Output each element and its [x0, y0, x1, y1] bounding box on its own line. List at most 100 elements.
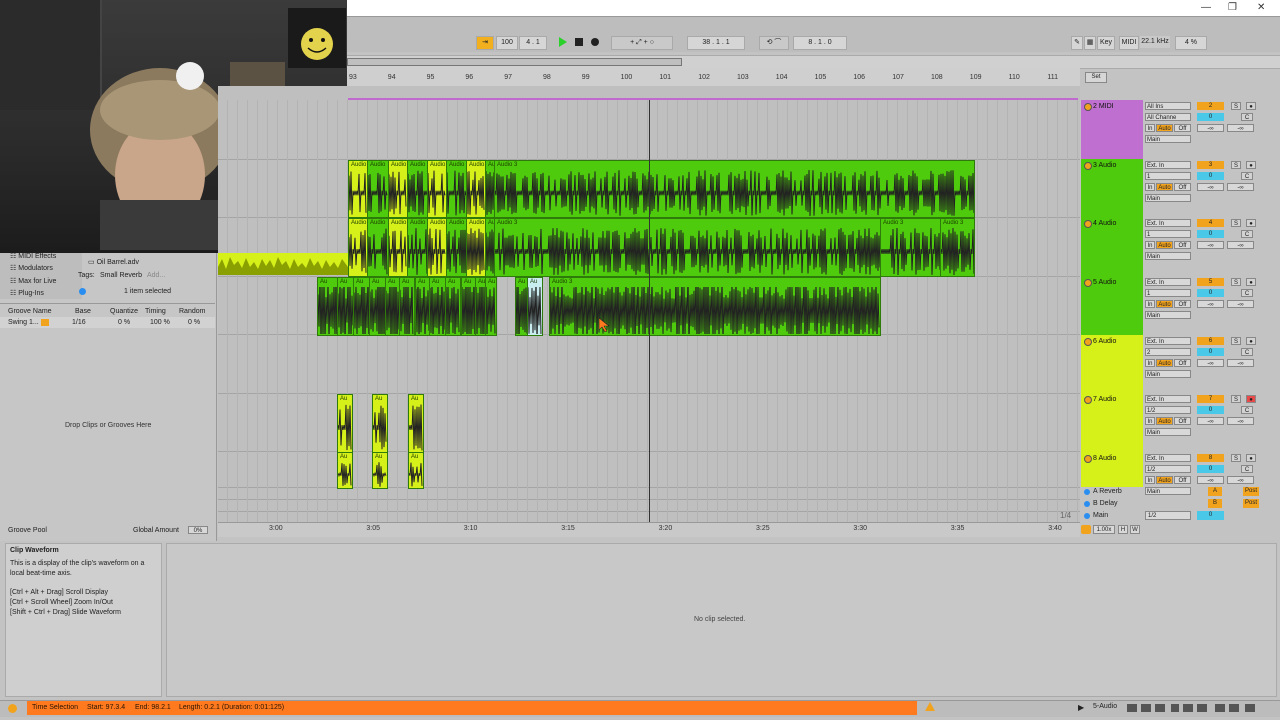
category-midi-effects[interactable]: ☷ MIDI Effects — [10, 252, 56, 260]
track-header-6-audio[interactable]: 6 Audio — [1081, 335, 1143, 393]
monitor-auto-button[interactable]: Auto — [1156, 476, 1173, 484]
solo-button[interactable]: S — [1231, 161, 1241, 169]
status-play-icon[interactable]: ▶ — [1078, 703, 1084, 712]
audio-clip[interactable]: Audio — [407, 218, 429, 277]
overdub-controls[interactable]: + ⤢ + ○ — [611, 36, 673, 50]
audio-clip[interactable]: Audio — [466, 218, 486, 277]
groove-base[interactable]: 1/16 — [72, 319, 86, 326]
track-activator-number[interactable]: 4 — [1197, 219, 1224, 227]
output-select[interactable]: Main — [1145, 487, 1191, 495]
play-button[interactable] — [559, 37, 567, 47]
monitor-auto-button[interactable]: Auto — [1156, 183, 1173, 191]
key-map-button[interactable]: Key — [1097, 36, 1115, 50]
track-activator-number[interactable]: 5 — [1197, 278, 1224, 286]
audio-clip[interactable]: Audio — [446, 218, 467, 277]
track-activator-number[interactable]: 6 — [1197, 337, 1224, 345]
arm-button[interactable]: ● — [1246, 161, 1256, 169]
overview-viewport[interactable] — [347, 58, 682, 66]
audio-3-clip[interactable]: Audio 3 — [880, 218, 942, 277]
monitor-in-button[interactable]: In — [1145, 417, 1155, 425]
audio-3-clip[interactable]: Audio 3 — [940, 218, 975, 277]
pan-field[interactable]: C — [1241, 113, 1253, 121]
input-type-select[interactable]: Ext. In — [1145, 219, 1191, 227]
output-select[interactable]: Main — [1145, 252, 1191, 260]
audio-clip[interactable]: Au — [408, 394, 424, 453]
track-activator-number[interactable]: 2 — [1197, 102, 1224, 110]
output-select[interactable]: Main — [1145, 428, 1191, 436]
keyboard-icon[interactable]: ▦ — [1084, 36, 1096, 50]
arm-button[interactable]: ● — [1246, 454, 1256, 462]
audio-clip[interactable]: Au — [485, 277, 497, 336]
output-select[interactable]: Main — [1145, 135, 1191, 143]
audio-clip[interactable]: Audio — [427, 218, 447, 277]
volume-field[interactable]: 0 — [1197, 230, 1224, 238]
volume-field[interactable]: 0 — [1197, 172, 1224, 180]
tap-tempo-button[interactable]: ⇥ — [476, 36, 494, 50]
monitor-auto-button[interactable]: Auto — [1156, 124, 1173, 132]
midi-map-button[interactable]: MIDI — [1119, 36, 1139, 50]
volume-field[interactable]: 0 — [1197, 348, 1224, 356]
record-button[interactable] — [591, 38, 599, 46]
pan-field[interactable]: C — [1241, 348, 1253, 356]
arm-button[interactable]: ● — [1246, 219, 1256, 227]
audio-clip[interactable]: Au — [372, 452, 388, 489]
monitor-off-button[interactable]: Off — [1174, 476, 1191, 484]
main-output-channel[interactable]: 1/2 — [1145, 511, 1191, 520]
send-b-field[interactable]: -∞ — [1227, 241, 1254, 249]
track-header-4-audio[interactable]: 4 Audio — [1081, 217, 1143, 276]
send-b-field[interactable]: -∞ — [1227, 476, 1254, 484]
tag-small-reverb[interactable]: Small Reverb — [100, 272, 142, 279]
audio-clip[interactable]: Audio — [367, 218, 389, 277]
solo-button[interactable]: S — [1231, 337, 1241, 345]
category-plugins[interactable]: ☷ Plug-Ins — [10, 289, 44, 297]
input-channel-select[interactable]: All Channe — [1145, 113, 1191, 121]
volume-field[interactable]: 0 — [1197, 113, 1224, 121]
groove-name[interactable]: Swing 1... — [8, 319, 39, 326]
monitor-in-button[interactable]: In — [1145, 241, 1155, 249]
volume-field[interactable]: 0 — [1197, 289, 1224, 297]
minimize-button[interactable]: — — [1201, 2, 1211, 13]
master-activator-icon[interactable] — [1081, 525, 1091, 534]
track-name[interactable]: 7 Audio — [1093, 396, 1116, 403]
return-b-post-button[interactable]: Post — [1243, 499, 1259, 508]
send-b-field[interactable]: -∞ — [1227, 300, 1254, 308]
track-activator-icon[interactable] — [1084, 103, 1092, 111]
solo-button[interactable]: S — [1231, 102, 1241, 110]
track-name[interactable]: 5 Audio — [1093, 279, 1116, 286]
category-modulators[interactable]: ☷ Modulators — [10, 264, 53, 272]
audio-3-clip[interactable]: Audio 3 — [494, 160, 975, 218]
monitor-off-button[interactable]: Off — [1174, 124, 1191, 132]
solo-button[interactable]: S — [1231, 395, 1241, 403]
input-channel-select[interactable]: 1 — [1145, 172, 1191, 180]
solo-button[interactable]: S — [1231, 278, 1241, 286]
category-max-for-live[interactable]: ☷ Max for Live — [10, 277, 56, 285]
audio-clip[interactable]: Au — [337, 452, 353, 489]
track-activator-icon[interactable] — [1084, 501, 1090, 507]
beat-time-ruler[interactable]: 93 94 95 96 97 98 99 100 101 102 103 104 105 106 107 10… — [347, 68, 1080, 87]
pan-field[interactable]: C — [1241, 465, 1253, 473]
monitor-auto-button[interactable]: Auto — [1156, 417, 1173, 425]
warning-icon[interactable] — [925, 702, 935, 711]
time-ruler[interactable]: 3:00 3:05 3:10 3:15 3:20 3:25 3:30 3:35 3:40 — [218, 522, 1080, 537]
audio-clip[interactable]: Audio — [348, 218, 368, 277]
groove-quantize[interactable]: 0 % — [118, 319, 130, 326]
output-select[interactable]: Main — [1145, 311, 1191, 319]
tag-add[interactable]: Add... — [147, 272, 165, 279]
arm-button[interactable]: ● — [1246, 395, 1256, 403]
track-header-2-midi[interactable]: 2 MIDI — [1081, 100, 1143, 159]
monitor-in-button[interactable]: In — [1145, 183, 1155, 191]
monitor-in-button[interactable]: In — [1145, 359, 1155, 367]
audio-clip[interactable]: Au — [317, 277, 339, 336]
browser-file-item[interactable]: ▭ Oil Barrel.adv — [88, 258, 139, 266]
input-channel-select[interactable]: 1 — [1145, 230, 1191, 238]
track-name[interactable]: 3 Audio — [1093, 162, 1116, 169]
audio-clip[interactable]: Audio — [427, 160, 447, 218]
audio-3-clip[interactable]: Audio 3 — [494, 218, 882, 277]
monitor-off-button[interactable]: Off — [1174, 417, 1191, 425]
pan-field[interactable]: C — [1241, 406, 1253, 414]
send-a-field[interactable]: -∞ — [1197, 241, 1224, 249]
track-header-3-audio[interactable]: 3 Audio — [1081, 159, 1143, 217]
view-toggle-icons[interactable] — [1125, 702, 1275, 714]
audio-clip[interactable]: Au — [445, 277, 461, 336]
volume-field[interactable]: 0 — [1197, 465, 1224, 473]
